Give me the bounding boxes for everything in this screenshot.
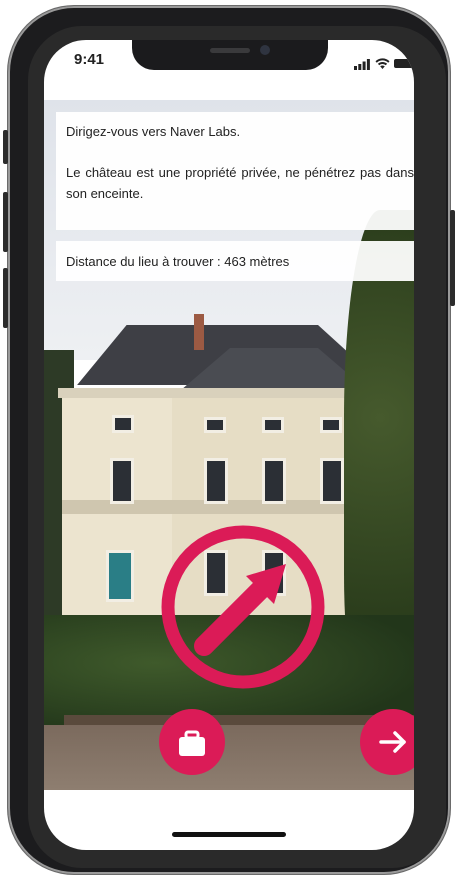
briefcase-icon — [179, 730, 205, 756]
window — [112, 415, 134, 433]
power-button — [450, 210, 455, 306]
home-indicator[interactable] — [172, 832, 286, 837]
instruction-text: Dirigez-vous vers Naver Labs. — [66, 124, 241, 139]
distance-card: Distance du lieu à trouver : 463 mètres — [56, 241, 414, 281]
window — [204, 417, 226, 433]
window — [320, 458, 344, 504]
warning-text: Le château est une propriété privée, ne … — [66, 165, 414, 201]
window — [204, 458, 228, 504]
door — [106, 550, 134, 602]
window — [262, 417, 284, 433]
status-time: 9:41 — [74, 51, 105, 68]
window — [320, 417, 342, 433]
wifi-icon — [375, 58, 390, 69]
gravel-path — [44, 725, 414, 790]
next-button[interactable] — [360, 709, 414, 775]
signal-icon — [354, 59, 370, 70]
arrow-right-icon — [379, 731, 406, 753]
notch — [132, 40, 328, 70]
chimney — [194, 314, 204, 350]
window — [110, 458, 134, 504]
screen: 9:41 Dirigez-vous vers Naver Labs. Le ch… — [44, 40, 414, 850]
volume-up-button — [3, 192, 8, 252]
inventory-button[interactable] — [159, 709, 225, 775]
instructions-card: Dirigez-vous vers Naver Labs. Le château… — [56, 112, 414, 230]
camera — [260, 45, 270, 55]
window — [262, 458, 286, 504]
battery-icon — [394, 59, 414, 68]
mute-switch — [3, 130, 8, 164]
cornice — [58, 388, 388, 398]
speaker — [210, 48, 250, 53]
volume-down-button — [3, 268, 8, 328]
direction-arrow-icon — [161, 525, 325, 689]
distance-text: Distance du lieu à trouver : 463 mètres — [66, 254, 290, 269]
